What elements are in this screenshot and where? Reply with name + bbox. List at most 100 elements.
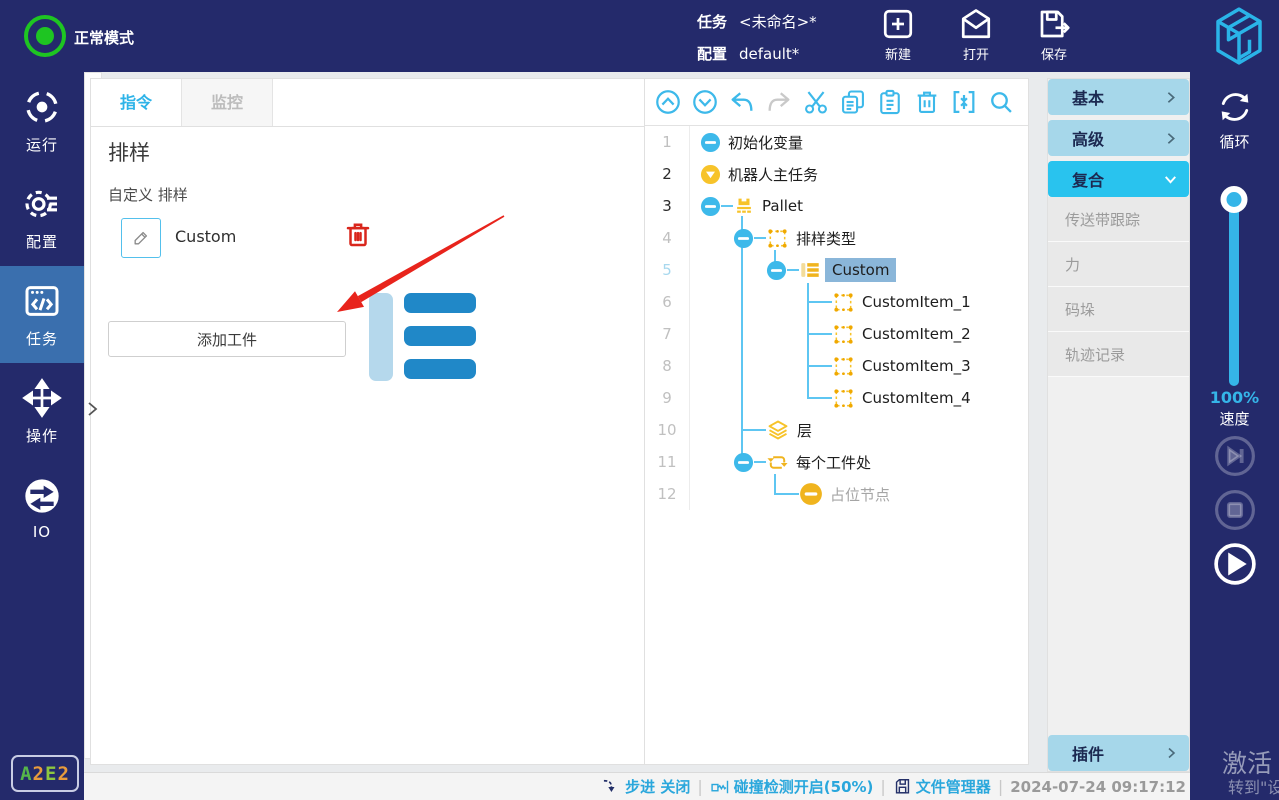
skip-button[interactable] bbox=[1215, 436, 1255, 476]
tool-paste-button[interactable] bbox=[876, 88, 904, 116]
program-tree-panel: 1初始化变量2机器人主任务3Pallet4 排样类型 5 Custom 6CustomI… bbox=[645, 78, 1029, 765]
tree-toolbar bbox=[645, 79, 1028, 126]
tree-node-label: Custom bbox=[825, 258, 896, 282]
stop-button[interactable] bbox=[1215, 490, 1255, 530]
tree-row-4[interactable]: 4 排样类型 bbox=[645, 222, 1028, 254]
skip-icon bbox=[1214, 435, 1256, 477]
delete-pattern-button[interactable] bbox=[343, 219, 373, 255]
sidebar-item-io[interactable]: IO bbox=[0, 460, 84, 557]
pattern-preview-bar bbox=[369, 293, 393, 381]
tool-collapse-all-button[interactable] bbox=[950, 88, 978, 116]
right-sidebar: 循环 100% 速度 激活 转到"设 bbox=[1190, 72, 1279, 800]
tree-row-3[interactable]: 3Pallet bbox=[645, 190, 1028, 222]
new-file-button[interactable]: 新建 bbox=[880, 6, 916, 63]
sidebar-item-config[interactable]: 配置 bbox=[0, 169, 84, 266]
category-label: 基本 bbox=[1072, 85, 1104, 109]
instruction-item[interactable]: 码垛 bbox=[1048, 287, 1189, 332]
tree-row-1[interactable]: 1初始化变量 bbox=[645, 126, 1028, 158]
file-manager-icon bbox=[893, 777, 912, 796]
collision-detect-status[interactable]: 碰撞检测开启(50%) bbox=[710, 776, 874, 797]
tree-row-number: 11 bbox=[645, 446, 690, 478]
sidebar-item-label: 操作 bbox=[26, 425, 58, 446]
grid-dotted-icon bbox=[832, 355, 855, 378]
tree-row-number: 10 bbox=[645, 414, 690, 446]
sidebar-item-task[interactable]: 任务 bbox=[0, 266, 84, 363]
config-value: default* bbox=[739, 41, 799, 67]
collision-icon bbox=[710, 777, 730, 797]
tree-row-number: 5 bbox=[645, 254, 690, 286]
category-高级-button[interactable]: 高级 bbox=[1048, 120, 1189, 156]
open-file-button[interactable]: 打开 bbox=[958, 6, 994, 63]
main-area: 指令 监控 排样 自定义 排样 Custom bbox=[84, 72, 1190, 800]
chevron-down-icon bbox=[1162, 171, 1179, 188]
speed-slider-handle[interactable] bbox=[1221, 186, 1248, 213]
tool-cut-button[interactable] bbox=[802, 88, 830, 116]
tree-row-10[interactable]: 10层 bbox=[645, 414, 1028, 446]
tree-row-11[interactable]: 11每个工件处 bbox=[645, 446, 1028, 478]
cut-icon bbox=[802, 88, 830, 116]
open-file-label: 打开 bbox=[963, 44, 989, 63]
minus-circle-yellow-icon bbox=[799, 482, 823, 506]
tree-row-12[interactable]: 12占位节点 bbox=[645, 478, 1028, 510]
annotation-arrow bbox=[91, 79, 644, 479]
loop-mode-icon[interactable] bbox=[1216, 88, 1254, 126]
file-manager-button[interactable]: 文件管理器 bbox=[893, 776, 991, 797]
play-button[interactable] bbox=[1215, 544, 1255, 584]
category-复合-button[interactable]: 复合 bbox=[1048, 161, 1189, 197]
tree-row-7[interactable]: 7CustomItem_2 bbox=[645, 318, 1028, 350]
save-file-button[interactable]: 保存 bbox=[1036, 6, 1072, 63]
tool-move-up-button[interactable] bbox=[654, 88, 682, 116]
tree-row-8[interactable]: 8CustomItem_3 bbox=[645, 350, 1028, 382]
add-workpiece-button[interactable]: 添加工件 bbox=[108, 321, 346, 357]
save-file-icon bbox=[1036, 6, 1072, 42]
tool-copy-button[interactable] bbox=[839, 88, 867, 116]
task-label: 任务 bbox=[697, 9, 727, 35]
collapse-toggle-icon[interactable] bbox=[700, 196, 721, 217]
plugin-button[interactable]: 插件 bbox=[1048, 735, 1189, 771]
tool-redo-button[interactable] bbox=[765, 88, 793, 116]
tree-row-number: 7 bbox=[645, 318, 690, 350]
loop-mode-label: 循环 bbox=[1219, 131, 1249, 152]
grid-dotted-icon bbox=[766, 227, 789, 250]
status-bar: 步进 关闭 | 碰撞检测开启(50%) | bbox=[84, 772, 1190, 800]
tool-delete-button[interactable] bbox=[913, 88, 941, 116]
config-icon bbox=[22, 184, 62, 224]
tool-undo-button[interactable] bbox=[728, 88, 756, 116]
tree-row-9[interactable]: 9CustomItem_4 bbox=[645, 382, 1028, 414]
tool-search-button[interactable] bbox=[987, 88, 1015, 116]
tree-row-5[interactable]: 5 Custom bbox=[645, 254, 1028, 286]
instruction-item[interactable]: 力 bbox=[1048, 242, 1189, 287]
new-file-icon bbox=[880, 6, 916, 42]
tree-row-number: 4 bbox=[645, 222, 690, 254]
trash-icon bbox=[343, 219, 373, 251]
plugin-button-label: 插件 bbox=[1072, 741, 1104, 765]
page-subtitle: 自定义 排样 bbox=[108, 184, 188, 205]
speed-slider[interactable] bbox=[1229, 190, 1239, 386]
clock: 2024-07-24 09:17:12 bbox=[1010, 778, 1186, 796]
sidebar-item-label: 运行 bbox=[26, 134, 58, 155]
tab-monitor[interactable]: 监控 bbox=[182, 79, 273, 126]
category-基本-button[interactable]: 基本 bbox=[1048, 79, 1189, 115]
chevron-right-icon bbox=[1163, 745, 1179, 761]
collapse-toggle-icon[interactable] bbox=[766, 260, 787, 281]
sidebar-item-run[interactable]: 运行 bbox=[0, 72, 84, 169]
instruction-item[interactable]: 传送带跟踪 bbox=[1048, 197, 1189, 242]
collapse-toggle-icon[interactable] bbox=[733, 228, 754, 249]
sidebar-item-operate[interactable]: 操作 bbox=[0, 363, 84, 460]
tree-row-2[interactable]: 2机器人主任务 bbox=[645, 158, 1028, 190]
task-icon bbox=[22, 281, 62, 321]
robot-model-badge[interactable]: A2E2 bbox=[11, 755, 79, 792]
step-mode-status[interactable]: 步进 关闭 bbox=[601, 776, 690, 797]
tab-instruction[interactable]: 指令 bbox=[91, 79, 182, 126]
tool-move-down-button[interactable] bbox=[691, 88, 719, 116]
pattern-preview-item bbox=[404, 326, 476, 346]
tree-node-label: 排样类型 bbox=[796, 228, 856, 249]
speed-value: 100% bbox=[1190, 388, 1279, 407]
instruction-item[interactable]: 轨迹记录 bbox=[1048, 332, 1189, 377]
pencil-icon bbox=[131, 228, 151, 248]
open-file-icon bbox=[958, 6, 994, 42]
category-label: 复合 bbox=[1072, 167, 1104, 191]
edit-pattern-button[interactable] bbox=[121, 218, 161, 258]
tree-row-6[interactable]: 6CustomItem_1 bbox=[645, 286, 1028, 318]
collapse-toggle-icon[interactable] bbox=[733, 452, 754, 473]
